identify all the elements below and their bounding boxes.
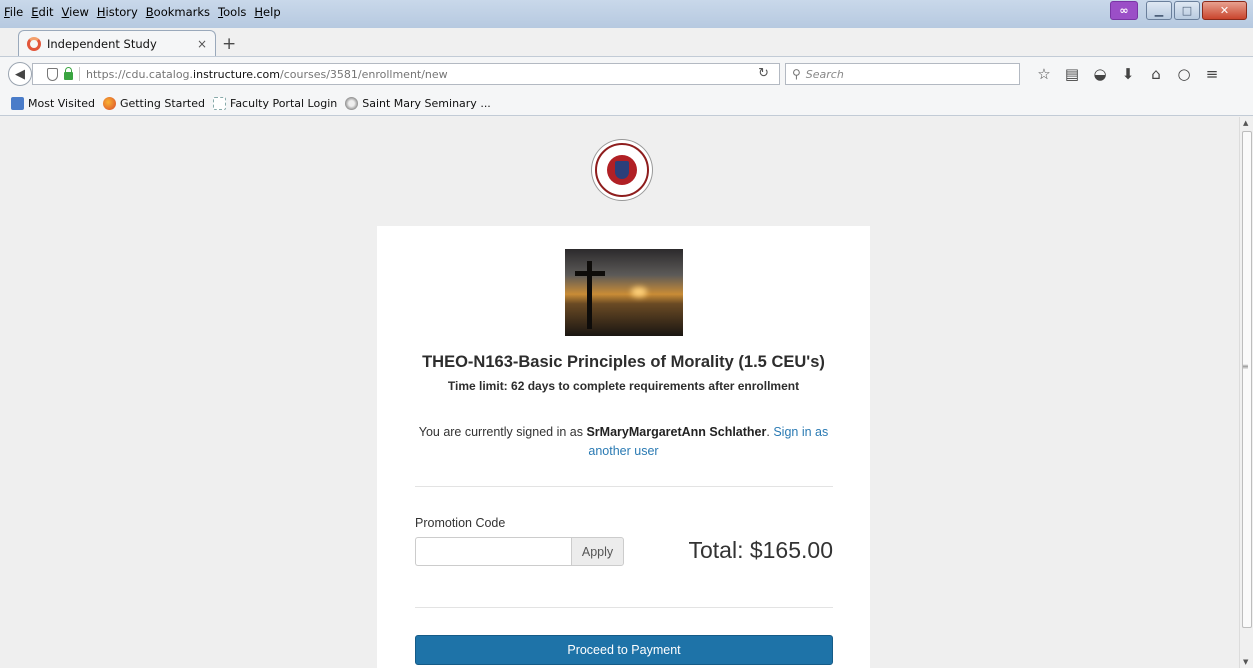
minimize-button[interactable]: ▁ (1146, 1, 1172, 20)
course-image (565, 249, 683, 336)
enrollment-card: THEO-N163-Basic Principles of Morality (… (377, 226, 870, 668)
tab-close-icon[interactable]: × (197, 37, 207, 51)
menu-help[interactable]: Help (254, 5, 280, 19)
menu-history[interactable]: History (97, 5, 138, 19)
vertical-scrollbar[interactable]: ▲ ≡ ▼ (1239, 117, 1253, 668)
scrollbar-thumb[interactable] (1242, 131, 1252, 628)
menu-tools[interactable]: Tools (218, 5, 246, 19)
close-window-button[interactable]: ✕ (1202, 1, 1247, 20)
maximize-button[interactable]: □ (1174, 1, 1200, 20)
bookmark-star-icon[interactable]: ☆ (1030, 65, 1058, 83)
bookmarks-bar: Most Visited Getting Started Faculty Por… (0, 92, 1253, 116)
proceed-to-payment-button[interactable]: Proceed to Payment (415, 635, 833, 665)
divider (415, 607, 833, 608)
scroll-grip-icon: ≡ (1242, 362, 1249, 371)
download-icon[interactable]: ⬇ (1114, 65, 1142, 83)
url-bar[interactable]: https://cdu.catalog.instructure.com/cour… (32, 63, 780, 85)
tab-title: Independent Study (47, 36, 157, 51)
toolbar-icons: ☆ ▤ ◒ ⬇ ⌂ ○ ≡ (1030, 65, 1226, 83)
menu-hamburger-icon[interactable]: ≡ (1198, 65, 1226, 83)
menu-file[interactable]: File (4, 5, 23, 19)
time-limit-text: Time limit: 62 days to complete requirem… (447, 379, 800, 393)
bookmark-faculty-portal[interactable]: Faculty Portal Login (213, 97, 337, 110)
home-icon[interactable]: ⌂ (1142, 65, 1170, 83)
title-bar: File Edit View History Bookmarks Tools H… (0, 0, 1253, 28)
shield-icon[interactable] (47, 67, 58, 81)
promotion-code-label: Promotion Code (415, 516, 506, 530)
bookmark-getting-started[interactable]: Getting Started (102, 97, 205, 110)
seal-shield-icon (607, 155, 637, 185)
tab-independent-study[interactable]: Independent Study × (18, 30, 216, 56)
new-tab-button[interactable]: + (222, 34, 236, 54)
promotion-code-input[interactable] (415, 537, 572, 566)
menu-edit[interactable]: Edit (31, 5, 53, 19)
signed-in-message: You are currently signed in as SrMaryMar… (418, 425, 829, 458)
back-arrow-icon: ◀ (15, 66, 25, 82)
menu-view[interactable]: View (62, 5, 89, 19)
search-bar[interactable]: ⚲ Search (785, 63, 1020, 85)
pocket-icon[interactable]: ◒ (1086, 65, 1114, 83)
scroll-up-icon[interactable]: ▲ (1243, 119, 1248, 127)
globe-icon (345, 97, 359, 110)
course-title: THEO-N163-Basic Principles of Morality (… (422, 353, 825, 371)
scroll-down-icon[interactable]: ▼ (1243, 658, 1248, 666)
menu-bookmarks[interactable]: Bookmarks (146, 5, 210, 19)
private-mask-icon[interactable]: ∞ (1110, 1, 1138, 20)
apply-button[interactable]: Apply (571, 537, 624, 566)
search-placeholder: Search (805, 67, 844, 81)
university-seal-logo (595, 143, 649, 197)
most-visited-icon (11, 97, 24, 110)
navigation-bar: ◀ https://cdu.catalog.instructure.com/co… (0, 56, 1253, 92)
firefox-icon (102, 97, 116, 110)
search-icon: ⚲ (792, 67, 801, 81)
url-text[interactable]: https://cdu.catalog.instructure.com/cour… (86, 68, 448, 81)
reload-icon[interactable]: ↻ (758, 66, 769, 81)
back-button[interactable]: ◀ (8, 62, 32, 86)
bookmark-most-visited[interactable]: Most Visited (11, 97, 95, 110)
chat-icon[interactable]: ○ (1170, 65, 1198, 83)
username: SrMaryMargaretAnn Schlather (586, 425, 767, 439)
total-price: Total: $165.00 (688, 537, 833, 563)
reading-list-icon[interactable]: ▤ (1058, 65, 1086, 83)
menu-bar: File Edit View History Bookmarks Tools H… (4, 5, 281, 19)
divider (415, 486, 833, 487)
page-icon (213, 97, 226, 110)
canvas-favicon-icon (27, 36, 41, 51)
bookmark-saint-mary[interactable]: Saint Mary Seminary ... (345, 97, 491, 110)
lock-icon[interactable] (64, 67, 73, 80)
window-controls: ∞ ▁ □ ✕ (1110, 1, 1247, 20)
